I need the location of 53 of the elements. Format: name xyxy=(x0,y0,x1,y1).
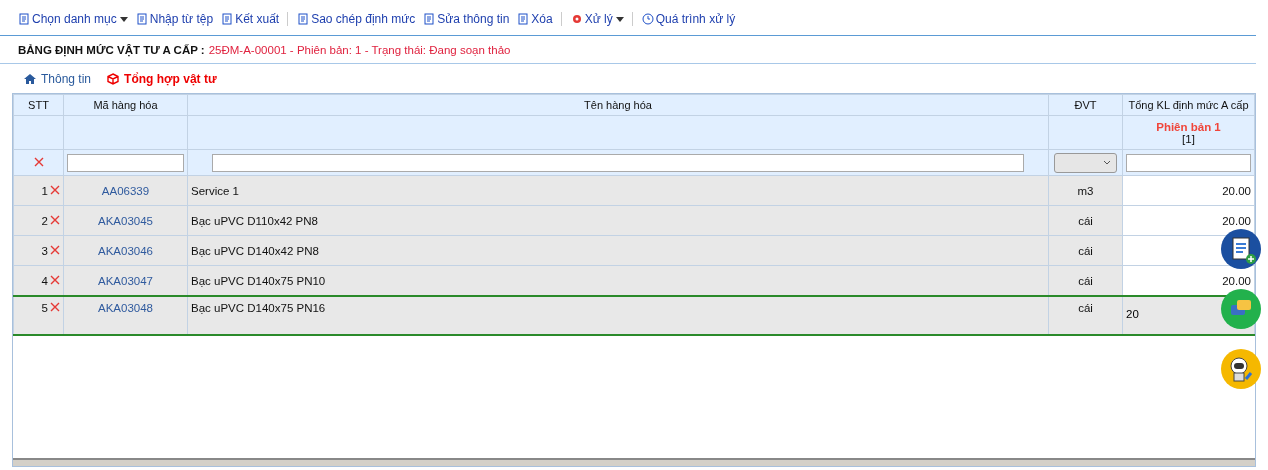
table-cell: cái xyxy=(1048,205,1123,236)
column-header: STT xyxy=(13,94,64,116)
row-number: 3 xyxy=(41,244,48,257)
item-code-link[interactable]: AKA03047 xyxy=(98,274,153,287)
table-cell: cái xyxy=(1048,296,1123,335)
table-cell: Service 1 xyxy=(187,175,1049,206)
list-icon xyxy=(18,13,30,25)
support-bot-button[interactable] xyxy=(1221,349,1261,389)
page-heading: BẢNG ĐỊNH MỨC VẬT TƯ A CẤP : xyxy=(18,44,205,56)
column-header: Tên hàng hóa xyxy=(187,94,1049,116)
filter-field[interactable] xyxy=(212,153,1024,172)
clear-filter-icon[interactable] xyxy=(33,156,44,167)
item-code-link[interactable]: AKA03048 xyxy=(98,302,153,314)
row-number: 2 xyxy=(41,214,48,227)
scrollbar[interactable] xyxy=(13,458,1255,466)
chevron-icon xyxy=(1103,160,1111,165)
table-cell: cái xyxy=(1048,235,1123,266)
item-code-link[interactable]: AA06339 xyxy=(101,184,150,197)
toolbar-button[interactable]: Sao chép định mức xyxy=(287,12,416,26)
toolbar-button[interactable]: Chọn danh mục xyxy=(18,12,128,26)
table-cell: Bạc uPVC D140x75 PN16 xyxy=(187,296,1049,335)
toolbar-button[interactable]: Xử lý xyxy=(560,12,624,26)
toolbar-button[interactable]: Quá trình xử lý xyxy=(631,12,736,26)
table-cell: Bạc uPVC D110x42 PN8 xyxy=(187,205,1049,236)
column-header: Tổng KL định mức A cấp xyxy=(1122,94,1255,116)
row-number: 5 xyxy=(41,302,48,314)
box-icon xyxy=(107,73,120,85)
toolbar-button[interactable]: Sửa thông tin xyxy=(423,12,510,26)
record-status: 25ĐM-A-00001 - Phiên bản: 1 - Trạng thái: Đang soạn thảo xyxy=(208,44,511,56)
version-label: Phiên bản 1 xyxy=(1155,120,1222,133)
column-header: ĐVT xyxy=(1048,94,1123,116)
caret-icon xyxy=(119,16,128,22)
toolbar-button[interactable]: Kết xuất xyxy=(221,12,280,26)
filter-field[interactable] xyxy=(67,153,184,172)
tab[interactable]: Tổng hợp vật tư xyxy=(107,72,217,86)
caret-icon xyxy=(615,16,624,22)
table-cell: Bạc uPVC D140x42 PN8 xyxy=(187,235,1049,266)
table-cell: 20.00 xyxy=(1122,175,1255,206)
item-code-link[interactable]: AKA03045 xyxy=(98,214,153,227)
toolbar-button[interactable]: Nhập từ tệp xyxy=(135,12,214,26)
row-number: 1 xyxy=(41,184,48,197)
filter-field[interactable] xyxy=(1126,153,1251,172)
home-icon xyxy=(24,73,36,85)
filter-dropdown[interactable] xyxy=(1054,152,1117,173)
column-header: Mã hàng hóa xyxy=(63,94,188,116)
row-number: 4 xyxy=(41,274,48,287)
version-index: [1] xyxy=(1181,132,1196,145)
toolbar-button[interactable]: Xóa xyxy=(517,12,553,26)
table-cell: m3 xyxy=(1048,175,1123,206)
tab[interactable]: Thông tin xyxy=(24,72,92,86)
clock-icon xyxy=(641,13,654,25)
table-cell: 20.00 xyxy=(1122,205,1255,236)
item-code-link[interactable]: AKA03046 xyxy=(98,244,153,257)
